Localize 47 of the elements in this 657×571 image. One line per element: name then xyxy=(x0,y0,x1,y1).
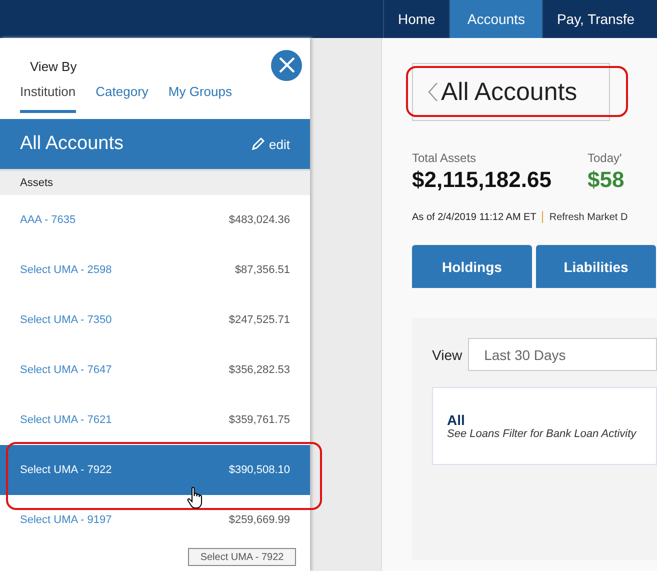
account-amount: $483,024.36 xyxy=(228,214,290,226)
filter-card[interactable]: All See Loans Filter for Bank Loan Activity xyxy=(432,387,657,465)
view-tab[interactable]: Institution xyxy=(20,84,76,113)
pencil-icon xyxy=(251,137,266,151)
account-amount: $259,669.99 xyxy=(228,514,290,526)
chevron-left-icon xyxy=(427,81,439,103)
account-name: Select UMA - 7922 xyxy=(20,464,112,476)
refresh-link[interactable]: Refresh Market D xyxy=(549,212,628,222)
view-tab[interactable]: My Groups xyxy=(168,84,232,110)
close-button[interactable] xyxy=(271,50,302,80)
as-of-timestamp: As of 2/4/2019 11:12 AM ET xyxy=(412,212,536,222)
summary-value: $2,115,182.65 xyxy=(412,167,552,193)
account-row[interactable]: AAA - 7635 $483,024.36 xyxy=(0,195,310,245)
summary-value: $58 xyxy=(587,167,624,193)
close-icon xyxy=(278,56,296,74)
account-name: Select UMA - 7647 xyxy=(20,364,112,376)
account-row[interactable]: Select UMA - 7350 $247,525.71 xyxy=(0,295,310,345)
account-name: Select UMA - 7350 xyxy=(20,314,112,326)
account-row[interactable]: Select UMA - 2598 $87,356.51 xyxy=(0,245,310,295)
filter-subtitle: See Loans Filter for Bank Loan Activity xyxy=(447,428,638,440)
nav-tab[interactable]: Accounts xyxy=(449,0,542,38)
account-row[interactable]: Select UMA - 7922 $390,508.10 xyxy=(0,445,310,495)
holdings-tab[interactable]: Liabilities xyxy=(536,245,656,288)
account-name: Select UMA - 9197 xyxy=(20,514,112,526)
account-row[interactable]: Select UMA - 7647 $356,282.53 xyxy=(0,345,310,395)
edit-link[interactable]: edit xyxy=(251,136,290,152)
view-by-label: View By xyxy=(30,58,77,74)
view-tab[interactable]: Category xyxy=(96,84,148,110)
account-amount: $356,282.53 xyxy=(228,364,290,376)
summary-label: Total Assets xyxy=(412,151,478,165)
account-name: Select UMA - 7621 xyxy=(20,414,112,426)
summary-label: Today' xyxy=(587,151,623,165)
account-name: Select UMA - 2598 xyxy=(20,264,112,276)
filter-title: All xyxy=(447,412,466,428)
account-amount: $87,356.51 xyxy=(234,264,290,276)
header-title: All Accounts xyxy=(20,133,124,155)
tooltip: Select UMA - 7922 xyxy=(188,548,296,566)
account-name: AAA - 7635 xyxy=(20,214,76,226)
account-row[interactable]: Select UMA - 7621 $359,761.75 xyxy=(0,395,310,445)
view-label: View xyxy=(432,346,462,362)
section-label: Assets xyxy=(20,177,54,189)
account-amount: $247,525.71 xyxy=(228,314,290,326)
account-amount: $390,508.10 xyxy=(228,464,290,476)
view-select[interactable]: Last 30 Days xyxy=(468,338,657,371)
account-amount: $359,761.75 xyxy=(228,414,290,426)
account-row[interactable]: Select UMA - 9197 $259,669.99 xyxy=(0,495,310,545)
holdings-tab[interactable]: Holdings xyxy=(412,245,532,288)
